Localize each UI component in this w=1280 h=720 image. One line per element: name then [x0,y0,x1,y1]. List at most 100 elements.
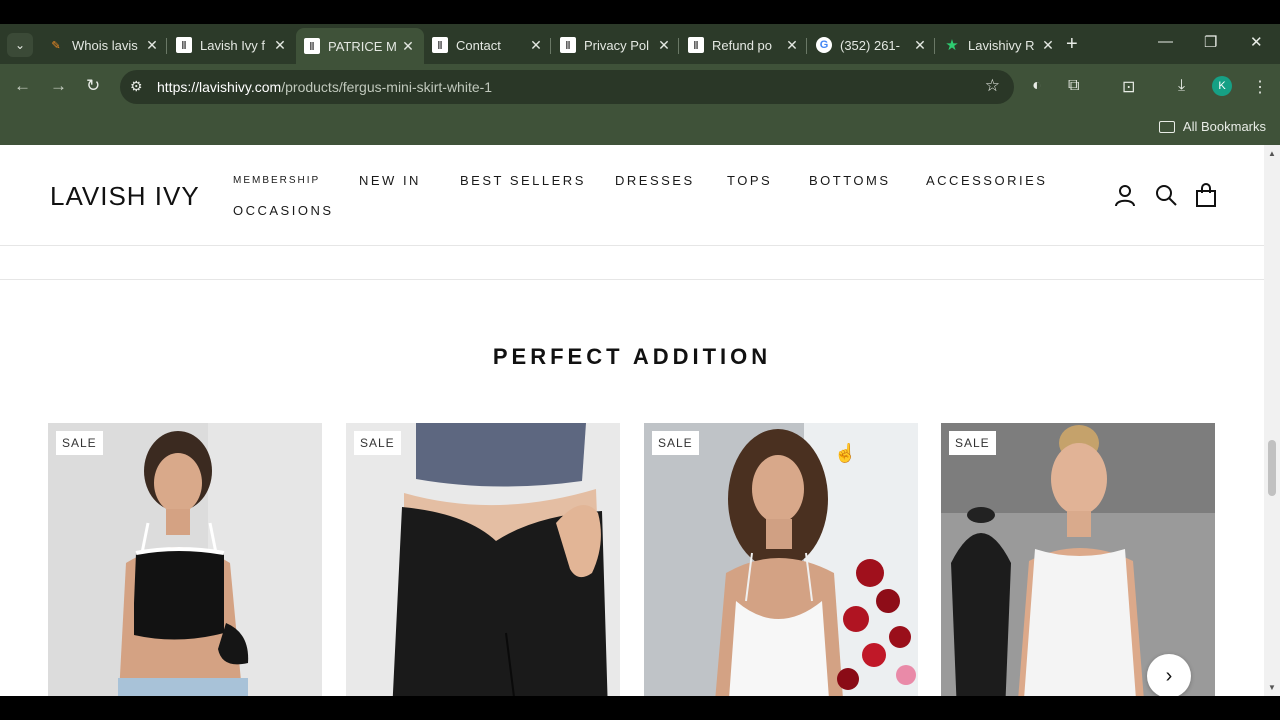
tab-search-button[interactable]: ⌄ [7,33,33,57]
tab-title: PATRICE M [328,38,397,54]
tab-title: Privacy Pol [584,37,650,53]
tab-close-icon[interactable]: ✕ [656,37,672,54]
url-host: https://lavishivy.com [157,79,282,95]
carousel-next-button[interactable]: › [1147,654,1191,696]
screen-bottom-bar [0,696,1280,720]
tab-0[interactable]: ✎ Whois lavis ✕ [40,30,168,60]
address-toolbar: ← → ↻ ⚙ https://lavishivy.com/products/f… [0,64,1280,110]
product-card[interactable]: SALE [48,423,322,696]
google-favicon-icon: G [816,37,832,53]
profile-avatar[interactable]: K [1212,76,1232,96]
li-favicon-icon: Ⅱ [432,37,448,53]
site-settings-icon[interactable]: ⚙ [130,78,143,95]
tab-strip: ⌄ ✎ Whois lavis ✕ Ⅱ Lavish Ivy f ✕ Ⅱ PAT… [0,24,1280,64]
product-image[interactable] [48,423,322,696]
product-card[interactable]: SALE [644,423,918,696]
lens-icon[interactable]: ⊡ [1122,77,1135,97]
all-bookmarks-button[interactable]: All Bookmarks [1158,119,1266,134]
tab-3[interactable]: Ⅱ Contact ✕ [424,30,552,60]
nav-bottoms[interactable]: BOTTOMS [809,173,891,188]
product-card[interactable]: SALE [346,423,620,696]
browser-chrome: ⌄ ✎ Whois lavis ✕ Ⅱ Lavish Ivy f ✕ Ⅱ PAT… [0,24,1280,145]
tab-close-icon[interactable]: ✕ [400,38,416,55]
tab-title: Contact [456,37,501,53]
chevron-right-icon: › [1165,664,1173,687]
tab-6[interactable]: G (352) 261- ✕ [808,30,936,60]
reload-icon[interactable]: ↻ [86,76,100,96]
page-viewport: LAVISH IVY MEMBERSHIP NEW IN BEST SELLER… [0,145,1264,696]
close-window-icon[interactable]: ✕ [1250,33,1263,51]
li-favicon-icon: Ⅱ [304,38,320,54]
nav-membership[interactable]: MEMBERSHIP [233,175,320,186]
tab-close-icon[interactable]: ✕ [144,37,160,54]
tab-title: Lavish Ivy f [200,37,266,53]
page-scrollbar[interactable]: ▲ ▼ [1264,145,1280,696]
tab-separator [166,38,167,54]
new-tab-plus-icon[interactable]: + [1066,34,1078,54]
cart-bag-icon[interactable] [1194,183,1218,207]
tab-2-active[interactable]: Ⅱ PATRICE M ✕ [296,28,424,64]
tab-close-icon[interactable]: ✕ [784,37,800,54]
nav-new-in[interactable]: NEW IN [359,173,421,188]
extension-circle-icon[interactable]: ◐ [1032,77,1042,95]
sale-badge: SALE [652,431,699,455]
section-title: PERFECT ADDITION [492,344,772,369]
section-divider [0,279,1264,280]
tab-close-icon[interactable]: ✕ [912,37,928,54]
screen-top-bar [0,0,1280,24]
tab-5[interactable]: Ⅱ Refund po ✕ [680,30,808,60]
star-favicon-icon: ★ [945,37,959,54]
nav-accessories[interactable]: ACCESSORIES [926,173,1047,188]
tab-close-icon[interactable]: ✕ [528,37,544,54]
tab-close-icon[interactable]: ✕ [272,37,288,54]
search-icon[interactable] [1154,183,1178,207]
tab-1[interactable]: Ⅱ Lavish Ivy f ✕ [168,30,296,60]
forward-arrow-icon[interactable]: → [50,76,67,96]
bookmarks-bar: All Bookmarks [0,110,1280,145]
folder-icon [1158,120,1175,133]
tab-title: Lavishivy R [968,37,1035,53]
tab-4[interactable]: Ⅱ Privacy Pol ✕ [552,30,680,60]
tab-separator [678,38,679,54]
tab-close-icon[interactable]: ✕ [1040,37,1056,54]
tab-separator [550,38,551,54]
site-header: LAVISH IVY MEMBERSHIP NEW IN BEST SELLER… [0,145,1264,246]
nav-occasions[interactable]: OCCASIONS [233,203,334,218]
sale-badge: SALE [56,431,103,455]
profile-initial: K [1218,80,1226,92]
nav-best-sellers[interactable]: BEST SELLERS [460,173,586,188]
bookmark-star-icon[interactable]: ☆ [985,76,1000,96]
scrollbar-thumb[interactable] [1268,440,1276,496]
li-favicon-icon: Ⅱ [688,37,704,53]
tab-title: (352) 261- [840,37,900,53]
all-bookmarks-label: All Bookmarks [1182,119,1266,134]
url-text[interactable]: https://lavishivy.com/products/fergus-mi… [157,79,492,95]
product-image[interactable] [346,423,620,696]
li-favicon-icon: Ⅱ [560,37,576,53]
nav-dresses[interactable]: DRESSES [615,173,695,188]
product-image[interactable] [644,423,918,696]
scroll-up-arrow-icon[interactable]: ▲ [1268,149,1276,158]
sale-badge: SALE [949,431,996,455]
nav-tops[interactable]: TOPS [727,173,772,188]
address-bar[interactable]: ⚙ https://lavishivy.com/products/fergus-… [120,70,1014,104]
site-logo[interactable]: LAVISH IVY [50,181,200,212]
hand-cursor-icon: ☝ [834,443,857,463]
tab-separator [806,38,807,54]
tab-title: Refund po [712,37,772,53]
account-icon[interactable] [1113,183,1137,207]
tab-title: Whois lavis [72,37,138,53]
pen-favicon-icon: ✎ [51,39,61,52]
minimize-icon[interactable]: — [1158,33,1173,50]
restore-icon[interactable]: ❐ [1204,33,1217,51]
download-icon[interactable]: ⤓ [1178,77,1185,95]
li-favicon-icon: Ⅱ [176,37,192,53]
url-path: /products/fergus-mini-skirt-white-1 [281,79,493,95]
back-arrow-icon[interactable]: ← [14,76,31,96]
tab-7[interactable]: ★ Lavishivy R ✕ [936,30,1064,60]
sale-badge: SALE [354,431,401,455]
extensions-puzzle-icon[interactable]: ⧉ [1068,77,1079,95]
kebab-menu-icon[interactable]: ⋮ [1252,77,1268,97]
scroll-down-arrow-icon[interactable]: ▼ [1268,683,1276,692]
tab-separator [934,38,935,54]
